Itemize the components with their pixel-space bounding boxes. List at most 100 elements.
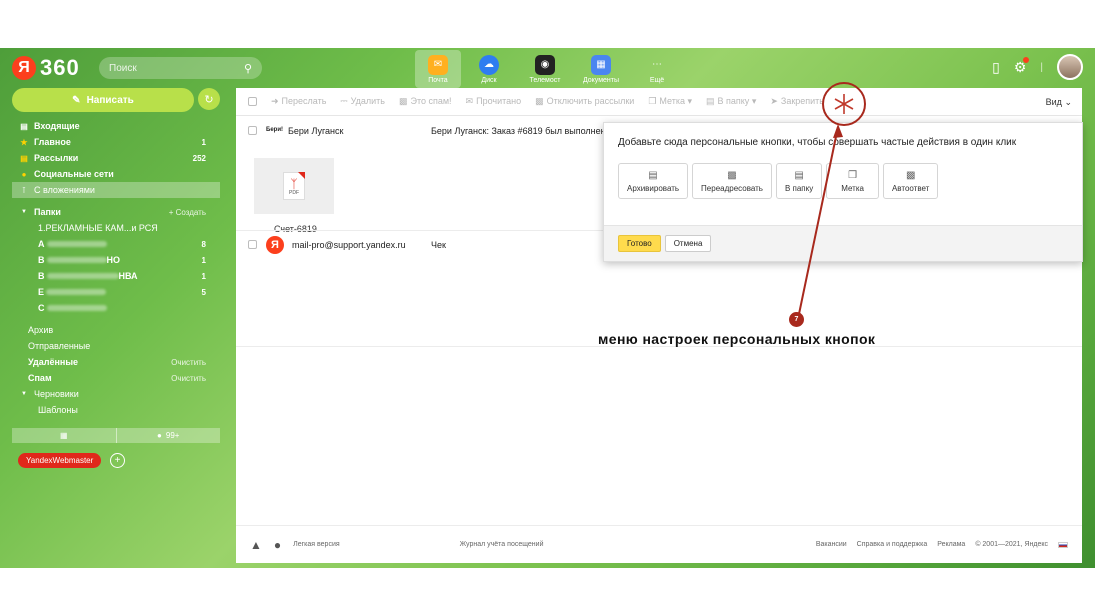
android-icon[interactable]: ▲: [250, 538, 262, 552]
sidebar-item-label: Главное: [34, 137, 71, 147]
label-tag[interactable]: YandexWebmaster: [18, 453, 102, 468]
sidebar-subfolder[interactable]: А 8: [12, 236, 220, 252]
toolbar-label: Прочитано: [476, 96, 522, 106]
toolbar-spam[interactable]: ▩ Это спам!: [399, 96, 452, 107]
service-more[interactable]: ⋯ Ещё: [629, 50, 685, 88]
gear-icon[interactable]: ⚙: [1014, 56, 1030, 76]
service-label: Ещё: [649, 76, 665, 84]
message-subject: Чек: [431, 240, 446, 250]
clear-spam-link[interactable]: Очистить: [171, 374, 206, 383]
toolbar-delete[interactable]: ⎓ Удалить: [340, 96, 385, 107]
sidebar-subfolder[interactable]: В НВА 1: [12, 268, 220, 284]
sidebar-subfolder[interactable]: В НО 1: [12, 252, 220, 268]
toolbar-move-to-folder[interactable]: ▤ В папку ▾: [706, 96, 756, 107]
subfolder-suffix: НО: [106, 255, 121, 265]
sidebar-item-social[interactable]: ● Социальные сети: [12, 166, 220, 182]
service-label: Почта: [428, 76, 448, 84]
redacted-text: [46, 289, 107, 295]
sidebar-item-spam[interactable]: Спам Очистить: [12, 370, 220, 386]
toolbar-label-dropdown[interactable]: ❒ Метка ▾: [648, 96, 692, 107]
message-checkbox[interactable]: [248, 240, 257, 249]
sidebar-item-templates[interactable]: Шаблоны: [12, 402, 220, 418]
service-label: Диск: [481, 76, 497, 84]
compose-label: Написать: [86, 94, 134, 106]
grid-icon: ▦: [59, 431, 68, 440]
help-link[interactable]: Справка и поддержка: [857, 541, 928, 548]
plus-icon: +: [114, 455, 121, 466]
refresh-button[interactable]: ↻: [198, 88, 220, 110]
select-all-checkbox[interactable]: [248, 97, 257, 106]
sidebar-item-newsletters[interactable]: ▤ Рассылки 252: [12, 150, 220, 166]
sidebar-subfolder[interactable]: Е 5: [12, 284, 220, 300]
message-sender: Бери Луганск: [288, 126, 344, 136]
light-version-link[interactable]: Легкая версия: [293, 541, 340, 548]
triangle-down-icon: ▼: [21, 209, 27, 215]
more-dots-icon: ⋯: [652, 59, 662, 70]
ads-link[interactable]: Реклама: [937, 541, 965, 548]
sender-logo: Бери!: [266, 127, 284, 133]
message-checkbox[interactable]: [248, 126, 257, 135]
sidebar-item-deleted[interactable]: Удалённые Очистить: [12, 354, 220, 370]
sidebar: ▤ Входящие ★ Главное 1 ▤ Рассылки 252 ● …: [12, 118, 220, 418]
autoreply-button[interactable]: ▩ Автоответ: [882, 163, 939, 199]
phone-icon[interactable]: ▯: [992, 59, 1000, 76]
sidebar-subfolder[interactable]: С: [12, 300, 220, 316]
compose-button[interactable]: ✎ Написать: [12, 88, 194, 112]
yandex-360-logo[interactable]: Я 360: [12, 55, 80, 80]
service-telemost[interactable]: ◉ Телемост: [517, 50, 573, 88]
sidebar-folders-header[interactable]: ▼ Папки + Создать: [12, 204, 220, 220]
service-mail[interactable]: ✉ Почта: [415, 50, 461, 88]
sidebar-item-archive[interactable]: Архив: [12, 322, 220, 338]
header-actions: ▯ ⚙ |: [992, 54, 1083, 80]
create-folder-link[interactable]: + Создать: [169, 208, 206, 217]
sidebar-item-drafts[interactable]: ▼ Черновики: [12, 386, 220, 402]
toolbar-read[interactable]: ✉ Прочитано: [466, 96, 522, 107]
popup-button-label: Переадресовать: [701, 183, 763, 193]
sidebar-item-inbox[interactable]: ▤ Входящие: [12, 118, 220, 134]
star-icon: ★: [20, 137, 28, 147]
view-dropdown[interactable]: Вид ⌄: [1046, 97, 1072, 108]
subfolder-count: 8: [201, 239, 206, 249]
pdf-file-icon: ᛉ PDF: [283, 172, 305, 200]
add-label-button[interactable]: +: [110, 453, 125, 468]
sidebar-item-label: Социальные сети: [34, 169, 114, 179]
clear-deleted-link[interactable]: Очистить: [171, 358, 206, 367]
language-flag-icon[interactable]: [1058, 541, 1068, 548]
redirect-button[interactable]: ▩ Переадресовать: [692, 163, 772, 199]
sidebar-item-label: Удалённые: [28, 357, 79, 367]
service-documents[interactable]: ▦ Документы: [573, 50, 629, 88]
copyright: © 2001—2021, Яндекс: [975, 541, 1048, 548]
search-icon[interactable]: ⚲: [244, 62, 252, 75]
avatar[interactable]: [1057, 54, 1083, 80]
message-subject: Бери Луганск: Заказ #6819 был выполнен: [431, 126, 606, 136]
sidebar-item-sent[interactable]: Отправленные: [12, 338, 220, 354]
unread-counter[interactable]: ● 99+: [115, 428, 221, 443]
redacted-text: [46, 257, 107, 263]
annotation-caption: меню настроек персональных кнопок: [598, 331, 876, 347]
apple-icon[interactable]: ●: [274, 538, 281, 552]
toolbar-forward[interactable]: ➜ Переслать: [271, 96, 326, 107]
redirect-icon: ▩: [727, 169, 737, 181]
archive-button[interactable]: ▤ Архивировать: [618, 163, 689, 199]
attachment-thumbnail[interactable]: ᛉ PDF: [254, 158, 334, 214]
service-disk[interactable]: ☁ Диск: [461, 50, 517, 88]
jobs-link[interactable]: Вакансии: [816, 541, 847, 548]
sidebar-item-label: Входящие: [34, 121, 80, 131]
done-button[interactable]: Готово: [618, 235, 661, 252]
sidebar-item-main[interactable]: ★ Главное 1: [12, 134, 220, 150]
popup-title: Добавьте сюда персональные кнопки, чтобы…: [618, 137, 1017, 148]
search-input[interactable]: [109, 62, 229, 74]
toolbar-pin[interactable]: ➤ Закрепить: [770, 96, 824, 107]
sender-avatar: Я: [266, 236, 284, 254]
sidebar-subfolder[interactable]: 1.РЕКЛАМНЫЕ КАМ...и РСЯ: [12, 220, 220, 236]
label-button[interactable]: ❒ Метка: [826, 163, 879, 199]
compact-view-button[interactable]: ▦: [12, 428, 116, 443]
subfolder-label: В: [38, 255, 45, 265]
toolbar-unsubscribe[interactable]: ▩ Отключить рассылки: [535, 96, 634, 107]
cancel-button[interactable]: Отмена: [664, 235, 712, 252]
sidebar-item-label: Черновики: [34, 389, 79, 399]
label-icon: ❒: [648, 96, 657, 106]
sidebar-item-attachments[interactable]: ⊺ С вложениями: [12, 182, 220, 198]
move-to-folder-button[interactable]: ▤ В папку: [775, 163, 823, 199]
visit-log-link[interactable]: Журнал учёта посещений: [460, 541, 544, 548]
